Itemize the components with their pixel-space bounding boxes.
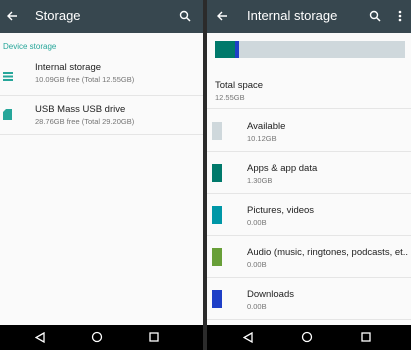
list-item-title: USB Mass USB drive bbox=[35, 104, 126, 115]
category-size: 1.30GB bbox=[247, 176, 273, 185]
nav-recents-icon[interactable] bbox=[147, 330, 161, 344]
category-title: Available bbox=[247, 121, 286, 132]
total-space-value: 12.55GB bbox=[215, 93, 245, 102]
storage-screen: Storage Device storage Internal storage … bbox=[0, 0, 203, 350]
storage-category-row[interactable]: Audio (music, ringtones, podcasts, et.. 0… bbox=[207, 236, 411, 278]
category-size: 0.00B bbox=[247, 218, 267, 227]
category-color-swatch bbox=[212, 206, 222, 224]
section-header-device-storage: Device storage bbox=[3, 42, 57, 51]
storage-category-row[interactable]: Available 10.12GB bbox=[207, 110, 411, 152]
app-bar: Storage bbox=[0, 0, 203, 33]
storage-usage-bar bbox=[215, 41, 405, 58]
nav-home-icon[interactable] bbox=[90, 330, 104, 344]
search-icon[interactable] bbox=[175, 6, 195, 26]
nav-back-icon[interactable] bbox=[33, 330, 47, 344]
divider bbox=[207, 108, 411, 109]
total-space-label: Total space bbox=[215, 80, 264, 91]
sd-card-icon bbox=[3, 107, 12, 125]
category-size: 0.00B bbox=[247, 302, 267, 311]
storage-category-row[interactable]: Downloads 0.00B bbox=[207, 278, 411, 320]
back-arrow-icon[interactable] bbox=[212, 6, 232, 26]
category-color-swatch bbox=[212, 248, 222, 266]
category-title: Audio (music, ringtones, podcasts, et.. bbox=[247, 247, 409, 258]
list-item-usb-drive[interactable]: USB Mass USB drive 28.76GB free (Total 2… bbox=[0, 96, 203, 134]
more-vert-icon[interactable] bbox=[390, 6, 410, 26]
system-nav-bar bbox=[0, 325, 203, 350]
list-item-internal-storage[interactable]: Internal storage 10.09GB free (Total 12.… bbox=[0, 56, 203, 94]
storage-category-row[interactable]: Pictures, videos 0.00B bbox=[207, 194, 411, 236]
list-item-subtitle: 28.76GB free (Total 29.20GB) bbox=[35, 117, 135, 126]
list-item-subtitle: 10.09GB free (Total 12.55GB) bbox=[35, 75, 135, 84]
usage-bar-segment bbox=[234, 41, 239, 58]
category-title: Pictures, videos bbox=[247, 205, 315, 216]
storage-list-icon bbox=[3, 68, 13, 86]
nav-back-icon[interactable] bbox=[241, 330, 255, 344]
divider bbox=[207, 319, 411, 320]
category-color-swatch bbox=[212, 122, 222, 140]
category-color-swatch bbox=[212, 164, 222, 182]
category-color-swatch bbox=[212, 290, 222, 308]
internal-storage-screen: Internal storage Total space 12.55GB Ava… bbox=[207, 0, 411, 350]
category-size: 0.00B bbox=[247, 260, 267, 269]
nav-recents-icon[interactable] bbox=[359, 330, 373, 344]
system-nav-bar bbox=[207, 325, 411, 350]
category-title: Apps & app data bbox=[247, 163, 318, 174]
nav-home-icon[interactable] bbox=[300, 330, 314, 344]
back-arrow-icon[interactable] bbox=[2, 6, 22, 26]
search-icon[interactable] bbox=[365, 6, 385, 26]
category-title: Downloads bbox=[247, 289, 294, 300]
app-bar: Internal storage bbox=[207, 0, 411, 33]
page-title: Internal storage bbox=[247, 8, 338, 23]
divider bbox=[0, 134, 203, 135]
category-size: 10.12GB bbox=[247, 134, 277, 143]
page-title: Storage bbox=[35, 8, 81, 23]
list-item-title: Internal storage bbox=[35, 62, 102, 73]
usage-bar-segment bbox=[215, 41, 235, 58]
storage-category-row[interactable]: Apps & app data 1.30GB bbox=[207, 152, 411, 194]
